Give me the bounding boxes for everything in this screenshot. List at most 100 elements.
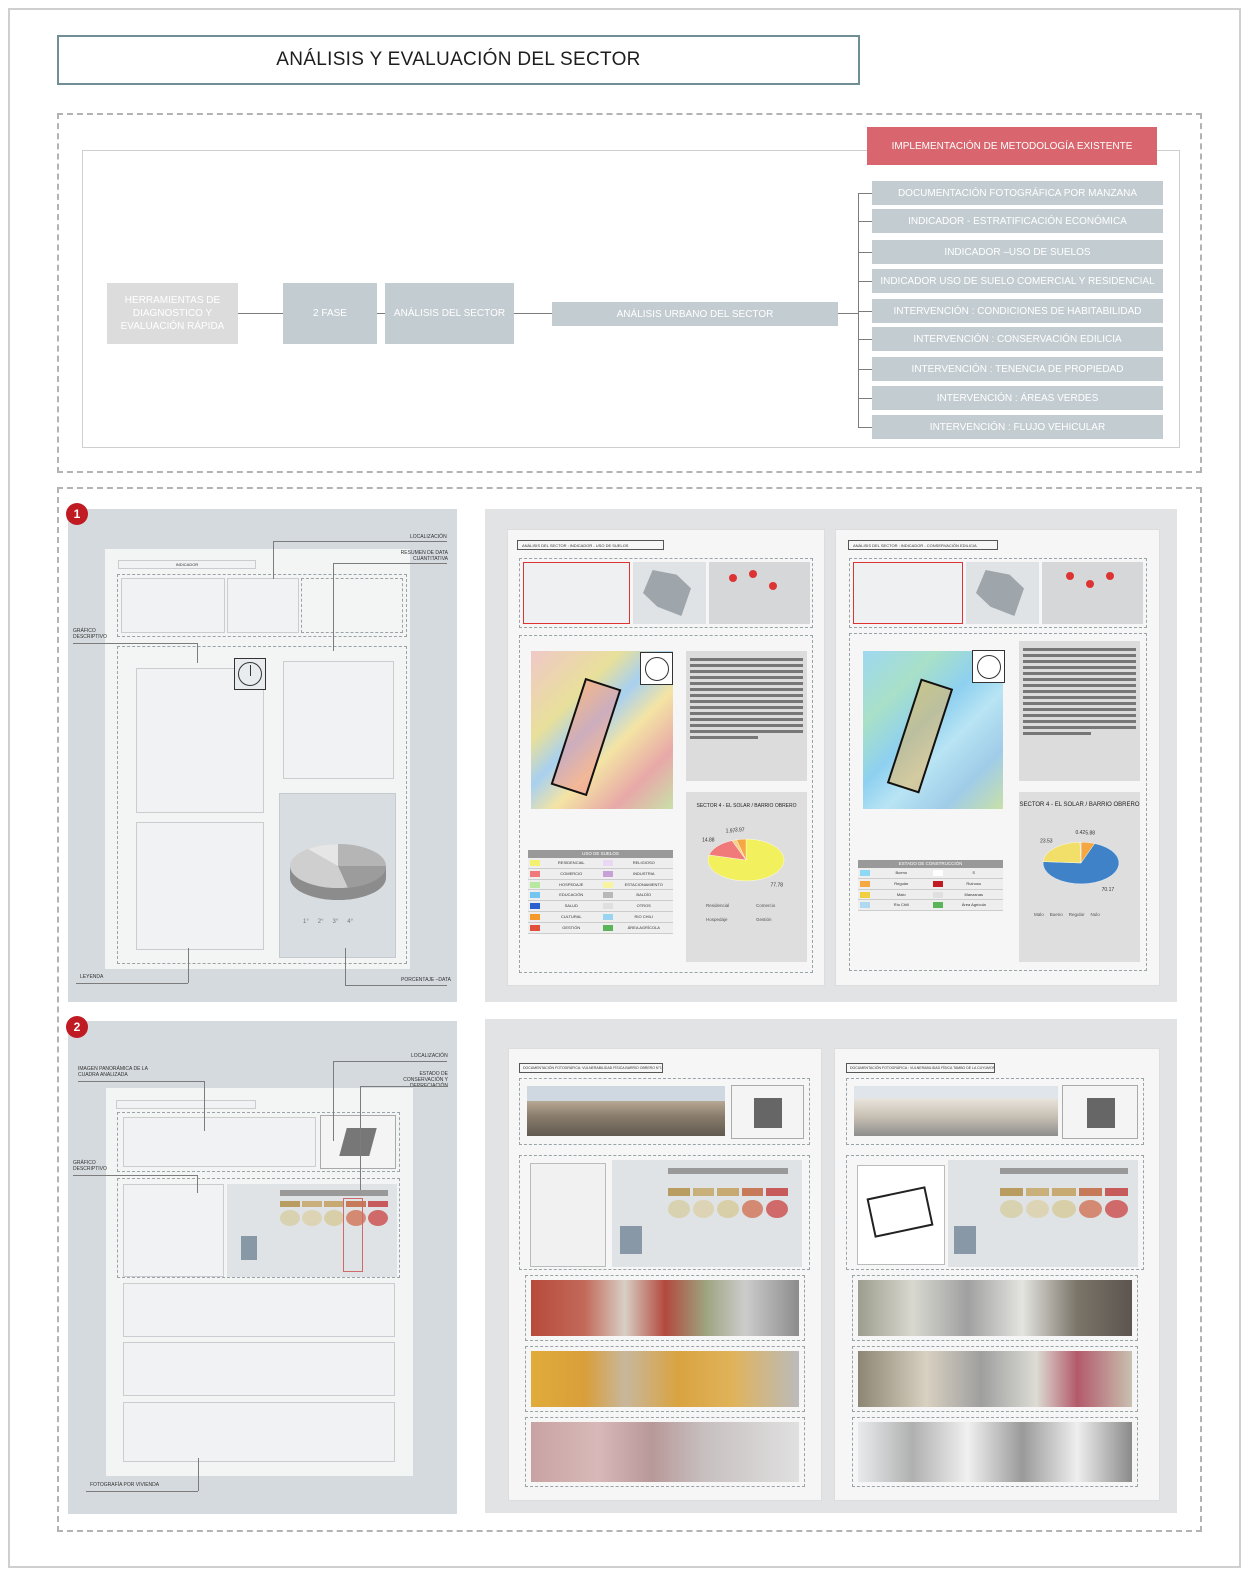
- text-line: [690, 718, 803, 721]
- callout-line: [73, 1175, 197, 1176]
- branch-connector: [858, 221, 872, 222]
- legend-label: ESTACIONAMIENTO: [624, 881, 663, 887]
- pie-key: Malo Bueno Regular Nulo: [1034, 912, 1138, 917]
- rating-table-thumb: [227, 1184, 397, 1277]
- marker-icon: [1086, 580, 1094, 588]
- legend-label: Malo: [896, 891, 906, 897]
- chart-title: SECTOR 4 - EL SOLAR / BARRIO OBRERO: [1019, 802, 1140, 808]
- phase-box: 2 FASE: [283, 283, 377, 344]
- photo-strip: [531, 1422, 799, 1482]
- map-blocks: [754, 1098, 782, 1128]
- rating-columns: [1000, 1188, 1129, 1196]
- pie-value-label: 23.53: [1040, 839, 1053, 845]
- land-use-legend: USO DE SUELOS RESIDENCIAL RELIGIOSO COMERC…: [528, 850, 673, 934]
- text-line: [690, 730, 803, 733]
- callout-imagen: IMAGEN PANORÁMICA DE LA CUADRA ANALIZADA: [78, 1066, 148, 1078]
- rating-highlight: [343, 1198, 363, 1272]
- legend-row: Malo Manzanas: [858, 889, 1003, 901]
- callout-line: [273, 541, 274, 579]
- aerial-photo-thumb: [709, 562, 810, 624]
- north-arrow-box: [972, 650, 1005, 683]
- rating-columns: [668, 1188, 788, 1196]
- rating-faces: [280, 1210, 388, 1226]
- panorama-placeholder: [123, 1117, 316, 1167]
- pie-legend-item: 2°: [317, 919, 324, 925]
- pie-value-label: 70.17: [1102, 887, 1115, 893]
- marker-icon: [769, 582, 777, 590]
- photo-strip: [858, 1422, 1132, 1482]
- text-line: [1023, 684, 1136, 687]
- legend-swatch: [602, 881, 613, 888]
- text-line: [1023, 708, 1136, 711]
- legend-swatch: [530, 913, 540, 920]
- placeholder-box: [136, 822, 264, 950]
- connector: [377, 313, 385, 314]
- placeholder-box: [227, 578, 299, 633]
- legend-swatch: [530, 860, 540, 866]
- legend-swatch: [530, 881, 540, 888]
- branch-connector: [858, 281, 872, 282]
- callout-leyenda: LEYENDA: [80, 974, 104, 980]
- sector-outline: [550, 677, 622, 797]
- legend-row: GESTIÓN ÁREA AGRÍCOLA: [528, 922, 673, 934]
- placeholder-box: [121, 578, 225, 633]
- template-1-number: 1: [66, 503, 88, 525]
- callout-line: [76, 983, 188, 984]
- compass-needle: [250, 665, 251, 676]
- plan-outline: [866, 1186, 934, 1238]
- mini-map-thumb: [966, 562, 1039, 624]
- methodology-header: IMPLEMENTACIÓN DE METODOLOGÍA EXISTENTE: [867, 127, 1157, 165]
- callout-line: [345, 985, 447, 986]
- panorama-photo: [854, 1086, 1058, 1136]
- branch-connector: [858, 369, 872, 370]
- legend-label: RESIDENCIAL: [557, 860, 585, 865]
- legend-swatch: [602, 903, 613, 910]
- legend-swatch: [602, 924, 613, 931]
- text-line: [690, 670, 803, 673]
- pie-value-label: 77.78: [771, 882, 784, 888]
- callout-line: [333, 563, 447, 564]
- callout-porcentaje: PORCENTAJE –DATA: [401, 977, 452, 983]
- legend-label: Manzanas: [964, 891, 983, 897]
- sheet-header: DOCUMENTACIÓN FOTOGRÁFICA: VULNERABILIDA…: [519, 1063, 663, 1073]
- callout-grafico: GRÁFICO DESCRIPTIVO: [73, 628, 107, 640]
- legend-swatch: [932, 870, 943, 876]
- legend-swatch: [530, 870, 540, 877]
- legend-swatch: [860, 880, 870, 887]
- legend-swatch: [602, 892, 613, 899]
- legend-label: COMERCIO: [560, 870, 583, 876]
- legend-swatch: [530, 903, 540, 910]
- callout-line: [333, 1061, 334, 1141]
- marker-icon: [1106, 572, 1114, 580]
- photo-strip: [531, 1351, 799, 1407]
- diagnostic-tools-box: HERRAMIENTAS DE DIAGNOSTICO Y EVALUACIÓN…: [107, 283, 238, 344]
- legend-label: SALUD: [564, 903, 578, 909]
- rating-columns: [280, 1201, 388, 1207]
- legend-label: GESTIÓN: [562, 924, 581, 930]
- text-line: [690, 658, 803, 661]
- north-arrow-box: [640, 652, 673, 685]
- legend-label: HOSPEDAJE: [559, 881, 584, 887]
- indicator-label: INDICADOR: [118, 560, 256, 569]
- map-shape: [643, 570, 691, 616]
- rating-header: [1000, 1168, 1128, 1174]
- pie-slice: [1042, 841, 1082, 864]
- marker-icon: [749, 570, 757, 578]
- legend-title: USO DE SUELOS: [528, 850, 673, 858]
- site-plan-thumb: [530, 1163, 606, 1267]
- legend-swatch: [602, 860, 613, 866]
- rating-header: [668, 1168, 788, 1174]
- text-line: [1023, 720, 1136, 723]
- legend-swatch: [932, 902, 943, 909]
- placeholder-box: [283, 661, 394, 779]
- pie-value-label: 3.97: [735, 827, 745, 833]
- template-pie-chart: [290, 844, 387, 900]
- callout-line: [333, 563, 334, 651]
- marker-icon: [1066, 572, 1074, 580]
- rating-table-thumb: [948, 1160, 1138, 1267]
- branch-box: INTERVENCIÓN : FLUJO VEHICULAR: [872, 415, 1163, 439]
- callout-line: [197, 1175, 198, 1193]
- text-line: [1023, 696, 1136, 699]
- pie-value-label: 5.88: [1085, 831, 1095, 837]
- branch-box: INTERVENCIÓN : CONSERVACIÓN EDILICIA: [872, 327, 1163, 351]
